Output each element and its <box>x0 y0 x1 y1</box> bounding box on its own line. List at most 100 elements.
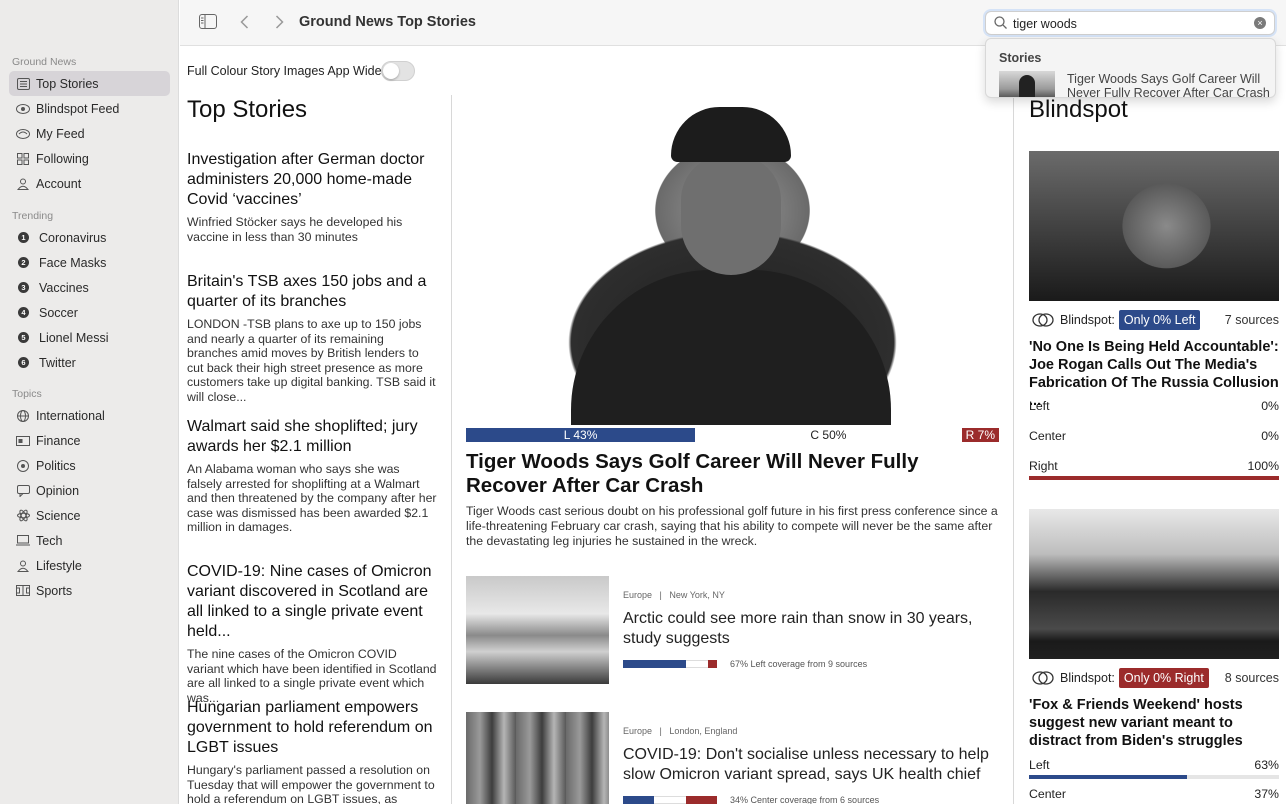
sidebar-item-opinion[interactable]: Opinion <box>9 478 170 503</box>
sidebar-item-face-masks[interactable]: 2 Face Masks <box>9 250 170 275</box>
blindspot-meta-row: Blindspot: Only 0% Left 7 sources <box>1029 308 1279 332</box>
story-summary: An Alabama woman who says she was falsel… <box>187 462 437 534</box>
rank-badge: 5 <box>18 332 29 343</box>
sidebar-item-label: Blindspot Feed <box>36 101 120 116</box>
sidebar-item-blindspot-feed[interactable]: Blindspot Feed <box>9 96 170 121</box>
rank-badge: 2 <box>18 257 29 268</box>
story-meta: Europe | New York, NY <box>623 590 725 600</box>
blindspot-heading: Blindspot <box>1029 96 1128 123</box>
bias-stat-center: Center 37% <box>1029 787 1279 801</box>
blindspot-icon <box>16 102 30 116</box>
story-title: COVID-19: Don't socialise unless necessa… <box>623 746 989 783</box>
search-input[interactable] <box>1013 15 1243 32</box>
sidebar-item-account[interactable]: Account <box>9 171 170 196</box>
story-card[interactable]: COVID-19: Nine cases of Omicron variant … <box>187 562 437 705</box>
sidebar-item-tech[interactable]: Tech <box>9 528 170 553</box>
bias-center-segment: C 50% <box>695 428 962 442</box>
sports-icon <box>16 584 30 598</box>
sidebar-item-coronavirus[interactable]: 1 Coronavirus <box>9 225 170 250</box>
sidebar-item-lionel-messi[interactable]: 5 Lionel Messi <box>9 325 170 350</box>
sidebar-item-label: Twitter <box>39 355 76 370</box>
blindspot-label: Blindspot: <box>1060 671 1115 685</box>
sidebar-item-politics[interactable]: Politics <box>9 453 170 478</box>
source-count: 8 sources <box>1224 671 1279 685</box>
page-title: Top Stories <box>187 96 308 123</box>
mini-bias-bar <box>623 660 717 668</box>
column-divider <box>451 95 452 804</box>
blindspot-meta-row: Blindspot: Only 0% Right 8 sources <box>1029 666 1279 690</box>
blindspot-label: Blindspot: <box>1060 313 1115 327</box>
blindspot-story-image[interactable] <box>1029 509 1279 659</box>
sidebar-item-my-feed[interactable]: My Feed <box>9 121 170 146</box>
sidebar-toggle-icon[interactable] <box>199 14 217 34</box>
blindspot-story-title[interactable]: 'Fox & Friends Weekend' hosts suggest ne… <box>1029 696 1279 750</box>
bias-right-segment: R 7% <box>961 428 999 442</box>
story-card[interactable]: Europe | London, England COVID-19: Don't… <box>466 712 999 804</box>
bias-stat-track <box>1029 775 1279 779</box>
story-card[interactable]: Britain's TSB axes 150 jobs and a quarte… <box>187 272 437 404</box>
story-thumbnail <box>466 576 609 684</box>
featured-story-title[interactable]: Tiger Woods Says Golf Career Will Never … <box>466 450 999 498</box>
source-count: 7 sources <box>1224 313 1279 327</box>
photo-subject-face <box>681 155 781 275</box>
colour-images-toggle[interactable] <box>381 61 415 81</box>
search-result-item[interactable]: Tiger Woods Says Golf Career Will Never … <box>1067 72 1272 97</box>
bias-right-segment <box>685 796 717 804</box>
sidebar: Ground News Top Stories Blindspot Feed M… <box>0 0 179 804</box>
story-title: Investigation after German doctor admini… <box>187 151 425 208</box>
blindspot-story-image[interactable] <box>1029 151 1279 301</box>
globe-icon <box>16 409 30 423</box>
story-meta: Europe | London, England <box>623 726 738 736</box>
story-summary: Winfried Stöcker says he developed his v… <box>187 215 403 244</box>
rank-badge: 6 <box>18 357 29 368</box>
atom-icon <box>16 509 30 523</box>
sidebar-item-label: Lifestyle <box>36 558 82 573</box>
blindspot-badge: Only 0% Left <box>1118 310 1201 330</box>
coverage-text: 67% Left coverage from 9 sources <box>730 659 868 669</box>
sidebar-item-label: My Feed <box>36 126 85 141</box>
clear-search-icon[interactable]: × <box>1254 17 1266 29</box>
featured-story-image[interactable] <box>466 95 999 425</box>
sidebar-item-label: Account <box>36 176 82 191</box>
sidebar-item-label: Sports <box>36 583 73 598</box>
bias-stat-center: Center 0% <box>1029 429 1279 443</box>
story-card[interactable]: Investigation after German doctor admini… <box>187 150 437 244</box>
result-thumbnail[interactable] <box>999 71 1055 97</box>
sidebar-item-vaccines[interactable]: 3 Vaccines <box>9 275 170 300</box>
back-icon[interactable] <box>240 15 249 34</box>
photo-subject-cap <box>671 107 791 162</box>
sidebar-item-finance[interactable]: Finance <box>9 428 170 453</box>
bias-stat-fill <box>1029 775 1187 779</box>
sidebar-item-twitter[interactable]: 6 Twitter <box>9 350 170 375</box>
sidebar-item-lifestyle[interactable]: Lifestyle <box>9 553 170 578</box>
bias-left-segment: L 43% <box>466 428 696 442</box>
window-title: Ground News Top Stories <box>299 14 476 30</box>
sidebar-item-label: Opinion <box>36 483 80 498</box>
story-title: Britain's TSB axes 150 jobs and a quarte… <box>187 273 427 310</box>
sidebar-item-top-stories[interactable]: Top Stories <box>9 71 170 96</box>
story-title: Hungarian parliament empowers government… <box>187 699 433 756</box>
photo-subject-body <box>571 270 891 425</box>
forward-icon[interactable] <box>275 15 284 34</box>
search-box[interactable]: × <box>985 11 1275 35</box>
story-card[interactable]: Europe | New York, NY Arctic could see m… <box>466 576 999 684</box>
person-icon <box>16 559 30 573</box>
sidebar-item-sports[interactable]: Sports <box>9 578 170 603</box>
sidebar-item-international[interactable]: International <box>9 403 170 428</box>
sidebar-item-following[interactable]: Following <box>9 146 170 171</box>
sidebar-item-science[interactable]: Science <box>9 503 170 528</box>
section-heading-topics: Topics <box>12 388 42 400</box>
story-card[interactable]: Hungarian parliament empowers government… <box>187 698 437 804</box>
mini-bias-bar <box>623 796 717 804</box>
sidebar-item-label: Lionel Messi <box>39 330 109 345</box>
sidebar-item-label: Face Masks <box>39 255 107 270</box>
colour-toggle-label: Full Colour Story Images App Wide <box>187 64 382 78</box>
sidebar-item-soccer[interactable]: 4 Soccer <box>9 300 170 325</box>
story-card[interactable]: Walmart said she shoplifted; jury awards… <box>187 417 437 535</box>
bias-left-segment <box>623 796 655 804</box>
sidebar-item-label: Politics <box>36 458 76 473</box>
laptop-icon <box>16 534 30 548</box>
speech-bubble-icon <box>16 484 30 498</box>
story-summary: LONDON -TSB plans to axe up to 150 jobs … <box>187 317 436 404</box>
bias-stat-left: Left 63% <box>1029 758 1279 779</box>
